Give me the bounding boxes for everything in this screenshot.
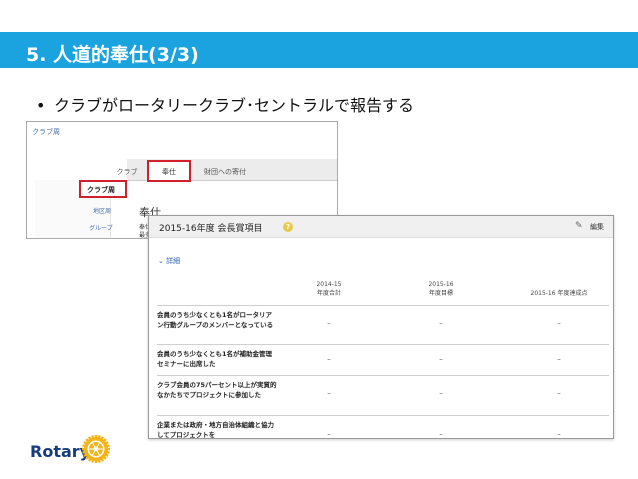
table-cell: – <box>557 319 561 327</box>
breadcrumb[interactable]: クラブ周 <box>32 127 60 137</box>
edit-button[interactable]: 編集 <box>590 222 604 232</box>
table-cell: – <box>439 389 443 397</box>
table-row <box>157 375 609 376</box>
table-cell: – <box>327 319 331 327</box>
row-label: 会員のうち少なくとも1名が補助金管理セミナーに出席した <box>157 350 273 368</box>
tab-service-highlighted[interactable]: 奉仕 <box>147 160 191 182</box>
slide-title: 5. 人道的奉仕(3/3) <box>26 44 199 66</box>
nav-item-group[interactable]: グループ <box>89 223 113 232</box>
row-label: クラブ会員の75パーセント以上が実質的なかたちでプロジェクトに参加した <box>157 381 277 399</box>
row-label: 会員のうち少なくとも1名がロータリアン行動グループのメンバーとなっている <box>157 311 274 329</box>
table-cell: – <box>557 430 561 438</box>
details-label: 詳細 <box>166 257 181 265</box>
help-icon[interactable]: ? <box>283 222 293 232</box>
table-cell: – <box>557 389 561 397</box>
table-cell: – <box>327 389 331 397</box>
bullet-text: クラブがロータリークラブ･セントラルで報告する <box>54 96 415 115</box>
table-cell: – <box>327 430 331 438</box>
column-header: 2015-16 年度達成点 <box>530 290 588 297</box>
details-toggle[interactable]: ⌄ 詳細 <box>158 256 180 266</box>
table-row <box>157 305 609 306</box>
president-award-panel: 2015-16年度 会長賞項目 ? ✎ 編集 ⌄ 詳細 2014-15 年度合計… <box>148 215 614 439</box>
table-cell: – <box>557 355 561 363</box>
column-header: 2014-15 年度合計 <box>316 281 342 297</box>
table-cell: – <box>439 319 443 327</box>
tab-club[interactable]: クラブ <box>105 162 149 181</box>
chevron-down-icon: ⌄ <box>158 257 167 265</box>
rotary-wheel-icon <box>82 435 110 463</box>
table-row <box>157 415 609 416</box>
column-header: 2015-16 年度目標 <box>428 281 454 297</box>
table-cell: – <box>327 355 331 363</box>
panel-title: 2015-16年度 会長賞項目 <box>159 224 263 234</box>
row-label: 企業または政府・地方自治体組織と協力してプロジェクトを <box>157 421 274 439</box>
tab-foundation-giving[interactable]: 財団への寄付 <box>195 162 255 181</box>
bullet-point: • クラブがロータリークラブ･セントラルで報告する <box>36 92 414 116</box>
nav-item-club-highlighted[interactable]: クラブ周 <box>79 180 127 198</box>
nav-item-district[interactable]: 地区周 <box>93 206 111 215</box>
pencil-icon[interactable]: ✎ <box>575 221 583 231</box>
table-cell: – <box>439 355 443 363</box>
table-cell: – <box>439 430 443 438</box>
bullet-dot: • <box>36 96 46 115</box>
table-row <box>157 344 609 345</box>
